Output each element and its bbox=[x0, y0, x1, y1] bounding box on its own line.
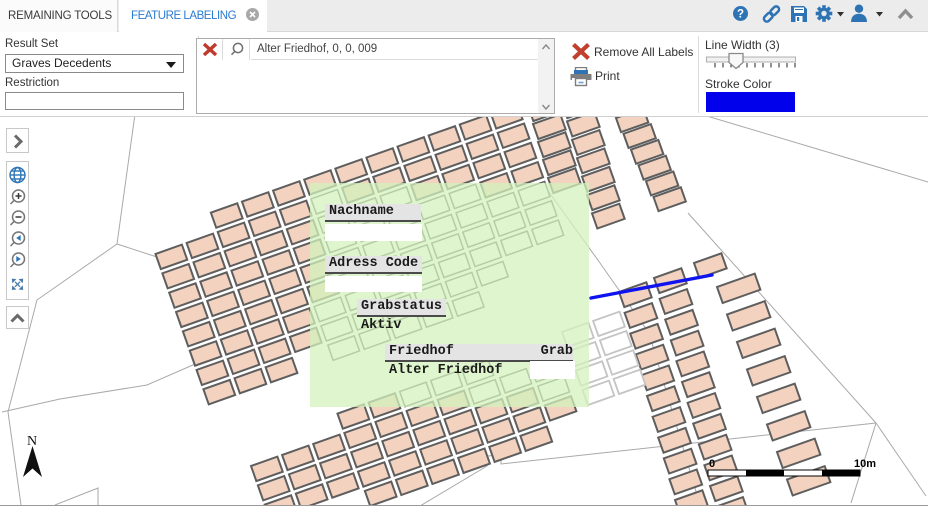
svg-text:N: N bbox=[27, 434, 37, 449]
svg-text:?: ? bbox=[737, 9, 744, 21]
svg-text:10m: 10m bbox=[854, 458, 876, 470]
svg-text:0: 0 bbox=[709, 458, 715, 470]
